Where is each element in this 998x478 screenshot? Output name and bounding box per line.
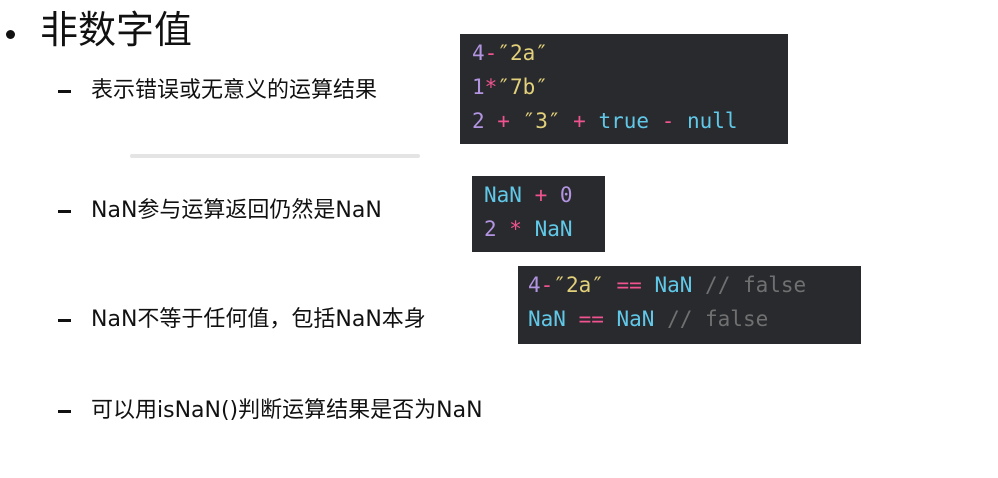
code-line: 4-″2a″: [472, 36, 778, 70]
code-token: ==: [603, 273, 655, 297]
title-bullet: [6, 30, 15, 39]
code-line: 4-″2a″ == NaN // false: [528, 268, 851, 302]
slide: 非数字值 表示错误或无意义的运算结果 NaN参与运算返回仍然是NaN NaN不等…: [0, 0, 998, 478]
code-token: ″2a″: [553, 273, 604, 297]
code-token: null: [686, 109, 738, 133]
code-token: 1: [472, 75, 485, 99]
bullet-text: NaN参与运算返回仍然是NaN: [91, 198, 382, 223]
code-token: 0: [559, 183, 573, 207]
dash-marker: [58, 409, 71, 413]
code-token: -: [649, 109, 687, 133]
dash-marker: [58, 318, 71, 322]
code-token: NaN: [616, 307, 655, 331]
faint-trace: [130, 154, 420, 158]
code-token: NaN: [654, 273, 693, 297]
code-token: +: [560, 109, 599, 133]
code-token: *: [484, 75, 498, 99]
bullet-text: NaN不等于任何值，包括NaN本身: [91, 307, 426, 332]
code-block: 4-″2a″ 1*″7b″ 2 + ″3″ + true - null: [460, 34, 788, 144]
code-token: NaN: [484, 183, 522, 207]
code-token: NaN: [534, 217, 573, 241]
code-token: 4: [528, 273, 541, 297]
code-token: 2: [484, 217, 497, 241]
dash-marker: [58, 209, 71, 213]
code-token: ==: [565, 307, 617, 331]
code-line: 2 + ″3″ + true - null: [472, 104, 778, 138]
bullet-item: 表示错误或无意义的运算结果: [58, 76, 377, 106]
code-token: ″7b″: [497, 75, 548, 99]
code-token: 2: [472, 109, 485, 133]
code-line: 1*″7b″: [472, 70, 778, 104]
bullet-item: NaN不等于任何值，包括NaN本身: [58, 305, 426, 335]
bullet-item: NaN参与运算返回仍然是NaN: [58, 196, 382, 226]
code-token: +: [521, 183, 560, 207]
code-line: NaN == NaN // false: [528, 302, 851, 336]
code-line: 2 * NaN: [484, 212, 595, 246]
bullet-text: 表示错误或无意义的运算结果: [91, 78, 378, 103]
bullet-text: 可以用isNaN()判断运算结果是否为NaN: [91, 398, 483, 423]
code-token: ″3″: [522, 109, 561, 133]
code-token: *: [496, 217, 535, 241]
code-block: 4-″2a″ == NaN // false NaN == NaN // fals…: [518, 266, 861, 344]
bullet-item: 可以用isNaN()判断运算结果是否为NaN: [58, 396, 483, 426]
code-line: NaN + 0: [484, 178, 595, 212]
code-token: -: [484, 41, 498, 65]
code-token: 4: [472, 41, 485, 65]
code-token: ″2a″: [497, 41, 548, 65]
code-token: +: [484, 109, 523, 133]
dash-marker: [58, 89, 71, 93]
code-token: // false: [692, 273, 807, 297]
slide-title: 非数字值: [40, 8, 193, 52]
code-token: true: [598, 109, 650, 133]
code-token: // false: [654, 307, 769, 331]
code-token: -: [540, 273, 554, 297]
code-block: NaN + 02 * NaN: [472, 176, 605, 252]
code-token: NaN: [528, 307, 566, 331]
